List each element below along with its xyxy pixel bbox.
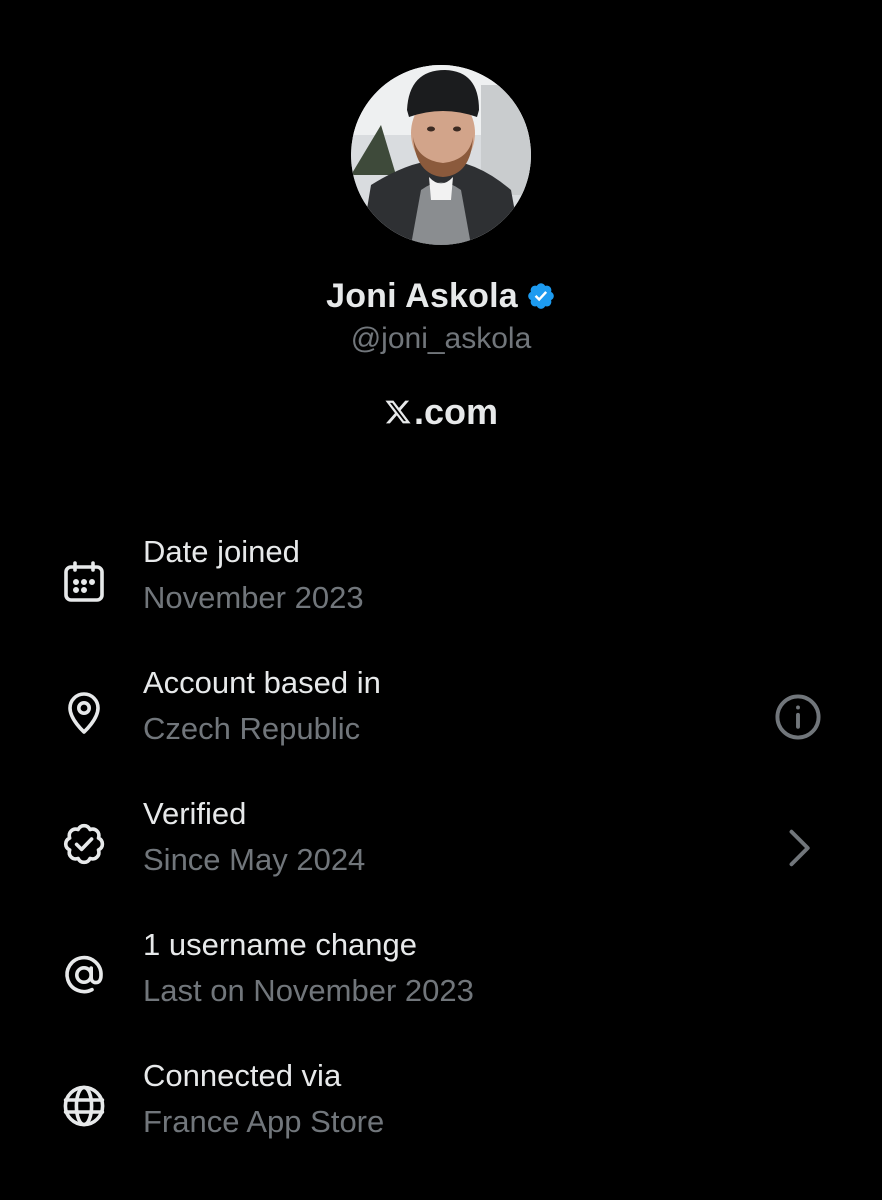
row-subtitle: Since May 2024: [143, 842, 366, 877]
calendar-icon: [60, 558, 108, 606]
row-subtitle: Czech Republic: [143, 711, 361, 746]
info-row-account-based-in: Account based in Czech Republic: [0, 665, 882, 765]
info-row-username-change: 1 username change Last on November 2023: [0, 927, 882, 1027]
row-title: Account based in: [143, 665, 381, 700]
row-title: 1 username change: [143, 927, 418, 962]
row-title: Verified: [143, 796, 247, 831]
row-subtitle: November 2023: [143, 580, 364, 615]
globe-icon: [60, 1082, 108, 1130]
row-title: Connected via: [143, 1058, 342, 1093]
row-subtitle: Last on November 2023: [143, 973, 474, 1008]
avatar-photo: [351, 65, 531, 245]
info-icon[interactable]: [772, 691, 824, 743]
profile-handle: @joni_askola: [350, 322, 532, 355]
profile-site[interactable]: .com: [0, 389, 882, 435]
profile-name-row: Joni Askola: [0, 274, 882, 318]
verified-badge-icon[interactable]: [526, 281, 556, 311]
display-name: Joni Askola: [326, 276, 518, 315]
info-row-date-joined: Date joined November 2023: [0, 534, 882, 634]
row-subtitle: France App Store: [143, 1104, 385, 1139]
x-logo-icon: [385, 400, 411, 424]
verified-check-icon: [60, 820, 108, 868]
avatar[interactable]: [351, 65, 531, 245]
location-pin-icon: [60, 689, 108, 737]
row-title: Date joined: [143, 534, 300, 569]
chevron-right-icon[interactable]: [772, 822, 824, 874]
at-sign-icon: [60, 951, 108, 999]
site-text: .com: [413, 391, 499, 432]
info-row-verified[interactable]: Verified Since May 2024: [0, 796, 882, 896]
info-row-connected-via: Connected via France App Store: [0, 1058, 882, 1158]
